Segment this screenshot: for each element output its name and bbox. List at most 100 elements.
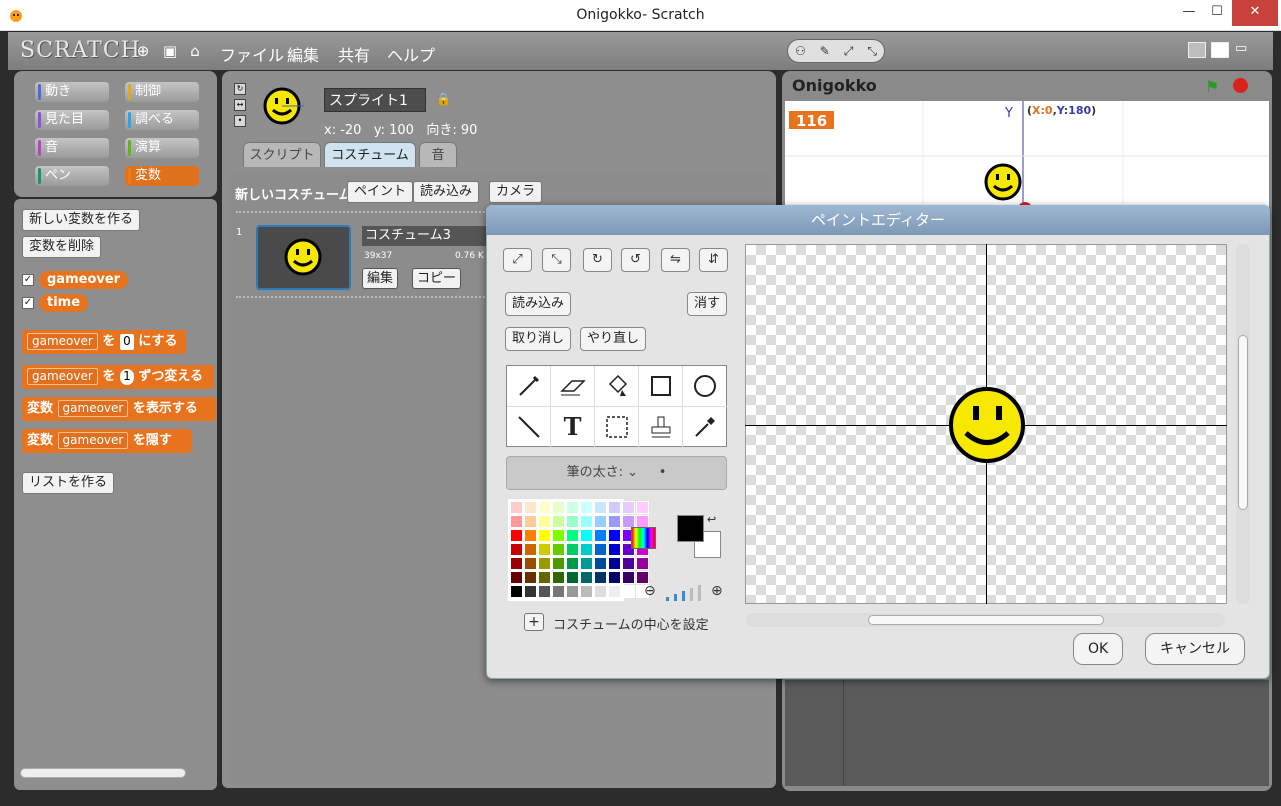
variable-gameover[interactable]: gameover [39,271,129,289]
line-tool-icon[interactable] [507,407,551,448]
color-swatch[interactable] [608,557,621,570]
color-swatch[interactable] [594,585,607,598]
set-variable-block[interactable]: gameover を 0 にする [22,330,186,354]
category-variables[interactable]: 変数 [125,166,199,186]
zoom-out-icon[interactable]: ⊖ [644,583,656,599]
stamp-tool-icon[interactable] [639,407,683,448]
color-swatch[interactable] [538,571,551,584]
category-operators[interactable]: 演算 [125,138,199,158]
redo-button[interactable]: やり直し [580,327,647,351]
color-swatch[interactable] [538,543,551,556]
color-swatch[interactable] [552,515,565,528]
color-swatch[interactable] [524,585,537,598]
color-swatch[interactable] [580,515,593,528]
color-swatch[interactable] [538,515,551,528]
rotate-ccw-icon[interactable]: ↻ [583,248,612,272]
menu-edit[interactable]: 編集 [287,42,319,66]
close-button[interactable]: ✕ [1232,0,1278,26]
color-swatch[interactable] [622,571,635,584]
color-swatch[interactable] [622,501,635,514]
stage-canvas[interactable]: Y (X:0,Y:180) [785,101,1269,211]
color-picker-icon[interactable] [631,527,656,549]
zoom-in-icon[interactable]: ⊕ [711,583,723,599]
eyedropper-tool-icon[interactable] [683,407,727,448]
wrench-icon[interactable]: ✎ [820,44,830,58]
fill-tool-icon[interactable] [595,366,639,407]
color-swatch[interactable] [566,529,579,542]
paint-button[interactable]: ペイント [347,181,414,203]
color-swatch[interactable] [538,529,551,542]
color-swatch[interactable] [566,571,579,584]
color-swatch[interactable] [524,571,537,584]
change-variable-block[interactable]: gameover を 1 ずつ変える [22,365,214,389]
color-swatch[interactable] [580,501,593,514]
grow-icon[interactable]: ⤢ [503,248,532,272]
select-tool-icon[interactable] [595,407,639,448]
ellipse-tool-icon[interactable] [683,366,727,407]
color-swatch[interactable] [608,585,621,598]
flip-horizontal-icon[interactable]: ⇋ [661,248,690,272]
brush-tool-icon[interactable] [507,366,551,407]
color-swatch[interactable] [552,543,565,556]
flip-style-icon[interactable]: ↔ [234,99,246,111]
edit-costume-button[interactable]: 編集 [362,268,399,289]
maximize-button[interactable]: ☐ [1203,0,1231,26]
color-swatch[interactable] [580,585,593,598]
flip-vertical-icon[interactable]: ⇵ [699,248,728,272]
share-icon[interactable]: ⌂ [186,42,204,60]
color-swatch[interactable] [608,515,621,528]
menu-file[interactable]: ファイル [220,42,284,66]
normal-stage-icon[interactable] [1211,42,1229,58]
shrink-icon[interactable]: ⤡ [867,44,877,59]
color-swatch[interactable] [510,501,523,514]
cancel-button[interactable]: キャンセル [1145,633,1245,665]
tab-sounds[interactable]: 音 [419,142,457,167]
copy-costume-button[interactable]: コピー [412,268,462,289]
variable-dropdown[interactable]: gameover [27,333,98,350]
green-flag-icon[interactable]: ⚑ [1205,77,1219,96]
color-swatch[interactable] [524,515,537,528]
color-swatch[interactable] [622,585,635,598]
primary-color[interactable] [677,515,704,542]
category-motion[interactable]: 動き [35,82,109,102]
costume-name-field[interactable]: コスチューム3 [362,226,502,246]
category-sensing[interactable]: 調べる [125,110,199,130]
variable-dropdown[interactable]: gameover [57,432,129,449]
color-swatch[interactable] [510,529,523,542]
color-swatch[interactable] [510,515,523,528]
color-swatch[interactable] [566,515,579,528]
tab-costumes[interactable]: コスチューム [324,142,416,167]
show-variable-block[interactable]: 変数 gameover を表示する [22,397,216,421]
grow-icon[interactable]: ⤢ [844,44,854,59]
color-swatch[interactable] [552,557,565,570]
delete-variable-button[interactable]: 変数を削除 [22,236,102,258]
category-looks[interactable]: 見た目 [35,110,109,130]
make-list-button[interactable]: リストを作る [22,472,115,494]
color-swatch[interactable] [538,501,551,514]
tab-scripts[interactable]: スクリプト [243,142,321,167]
paint-clear-button[interactable]: 消す [687,292,728,316]
color-swatch[interactable] [524,529,537,542]
color-swatch[interactable] [608,571,621,584]
color-swatch[interactable] [594,515,607,528]
stamp-icon[interactable]: ⚇ [795,44,806,58]
globe-icon[interactable]: ⊕ [134,42,152,60]
color-swatch[interactable] [608,501,621,514]
color-swatch[interactable] [538,585,551,598]
color-swatch[interactable] [594,543,607,556]
swap-colors-icon[interactable]: ↩ [707,513,716,526]
set-center-button[interactable]: + [524,613,544,631]
color-swatch[interactable] [524,557,537,570]
variable-time[interactable]: time [39,294,89,312]
no-rotate-icon[interactable]: • [234,115,246,127]
color-swatch[interactable] [608,543,621,556]
time-checkbox[interactable]: ✓ [22,297,34,309]
category-control[interactable]: 制御 [125,82,199,102]
camera-button[interactable]: カメラ [489,181,543,203]
gameover-checkbox[interactable]: ✓ [22,274,34,286]
color-swatch[interactable] [608,529,621,542]
stop-icon[interactable] [1233,78,1248,93]
color-swatch[interactable] [580,557,593,570]
variable-dropdown[interactable]: gameover [57,400,129,417]
text-tool-icon[interactable]: T [551,407,595,448]
